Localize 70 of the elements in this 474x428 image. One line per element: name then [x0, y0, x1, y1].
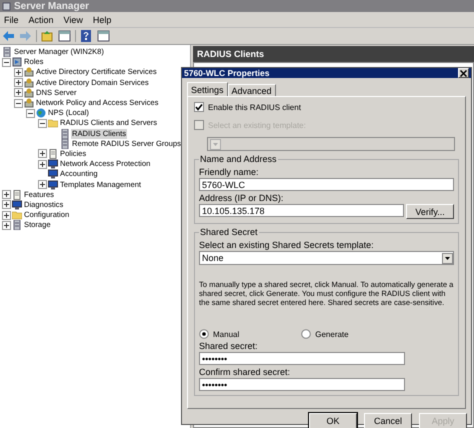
template-dropdown[interactable]: None — [199, 251, 454, 265]
expand-icon[interactable] — [2, 220, 11, 230]
app-icon — [2, 2, 11, 10]
field-label: Select an existing Shared Secrets template: — [199, 240, 375, 250]
expand-icon[interactable] — [2, 200, 11, 210]
folder-icon[interactable] — [41, 30, 54, 42]
document-icon — [48, 148, 58, 159]
server-icon — [2, 47, 12, 58]
group-title: Name and Address — [199, 154, 278, 164]
expand-icon[interactable] — [38, 149, 47, 158]
monitor-icon — [48, 169, 58, 180]
roles-icon — [12, 57, 22, 68]
checkbox-label: Enable this RADIUS client — [208, 102, 301, 112]
password-field[interactable]: •••••••• — [199, 352, 405, 365]
expand-icon[interactable] — [2, 210, 11, 220]
server-icon — [60, 138, 70, 149]
back-arrow-icon[interactable] — [2, 30, 15, 42]
menu-item[interactable]: Help — [92, 14, 112, 24]
field-label: Confirm shared secret: — [199, 367, 292, 377]
field-label: Address (IP or DNS): — [199, 193, 284, 203]
radio-button[interactable] — [199, 329, 209, 339]
folder-icon — [48, 118, 58, 128]
help-icon[interactable] — [80, 30, 93, 42]
expand-icon[interactable] — [14, 88, 23, 98]
friendly-name-field[interactable]: 5760-WLC — [199, 178, 454, 191]
expand-icon[interactable] — [14, 68, 23, 77]
role-icon — [24, 88, 34, 98]
role-icon — [24, 78, 34, 88]
server-icon — [60, 128, 70, 139]
close-icon — [460, 70, 467, 76]
field-label: Friendly name: — [199, 167, 260, 177]
address-field[interactable]: 10.105.135.178 — [199, 204, 404, 217]
collapse-icon[interactable] — [2, 58, 11, 67]
dialog-button[interactable]: Cancel — [364, 413, 412, 428]
pane-icon[interactable] — [58, 30, 71, 42]
window-title: Server Manager — [14, 0, 90, 12]
collapse-icon[interactable] — [14, 98, 23, 108]
folder-icon — [12, 210, 22, 220]
collapse-icon[interactable] — [26, 108, 35, 118]
globe-icon — [36, 108, 46, 118]
pane-header: RADIUS Clients — [193, 46, 474, 62]
radio-button[interactable] — [301, 329, 312, 339]
dialog-button[interactable]: OK — [309, 413, 357, 428]
role-icon — [24, 67, 34, 78]
tab[interactable]: Settings — [187, 82, 228, 96]
verify-button[interactable]: Verify... — [406, 204, 454, 219]
monitor-icon — [48, 180, 58, 190]
tab[interactable]: Advanced — [228, 84, 276, 96]
expand-icon[interactable] — [2, 190, 11, 200]
monitor-icon — [12, 200, 22, 210]
password-field[interactable]: •••••••• — [199, 378, 405, 391]
menu-item[interactable]: Action — [28, 14, 54, 24]
menu-item[interactable]: View — [64, 14, 83, 24]
field-label: Shared secret: — [199, 341, 259, 351]
expand-icon[interactable] — [38, 180, 47, 190]
dialog-title: 5760-WLC Properties — [184, 68, 270, 78]
collapse-icon[interactable] — [38, 118, 47, 128]
pane-icon[interactable] — [97, 30, 110, 42]
close-button[interactable] — [458, 68, 469, 78]
expand-icon[interactable] — [14, 78, 23, 88]
role-icon — [24, 98, 34, 108]
radio-label: Generate — [315, 330, 349, 338]
checkbox[interactable] — [194, 102, 204, 112]
group-title: Shared Secret — [199, 227, 259, 237]
document-icon — [12, 190, 22, 200]
monitor-icon — [48, 159, 58, 170]
server-icon — [12, 220, 22, 230]
radio-label: Manual — [213, 330, 240, 338]
expand-icon[interactable] — [38, 160, 47, 169]
menu-item[interactable]: File — [4, 14, 19, 24]
